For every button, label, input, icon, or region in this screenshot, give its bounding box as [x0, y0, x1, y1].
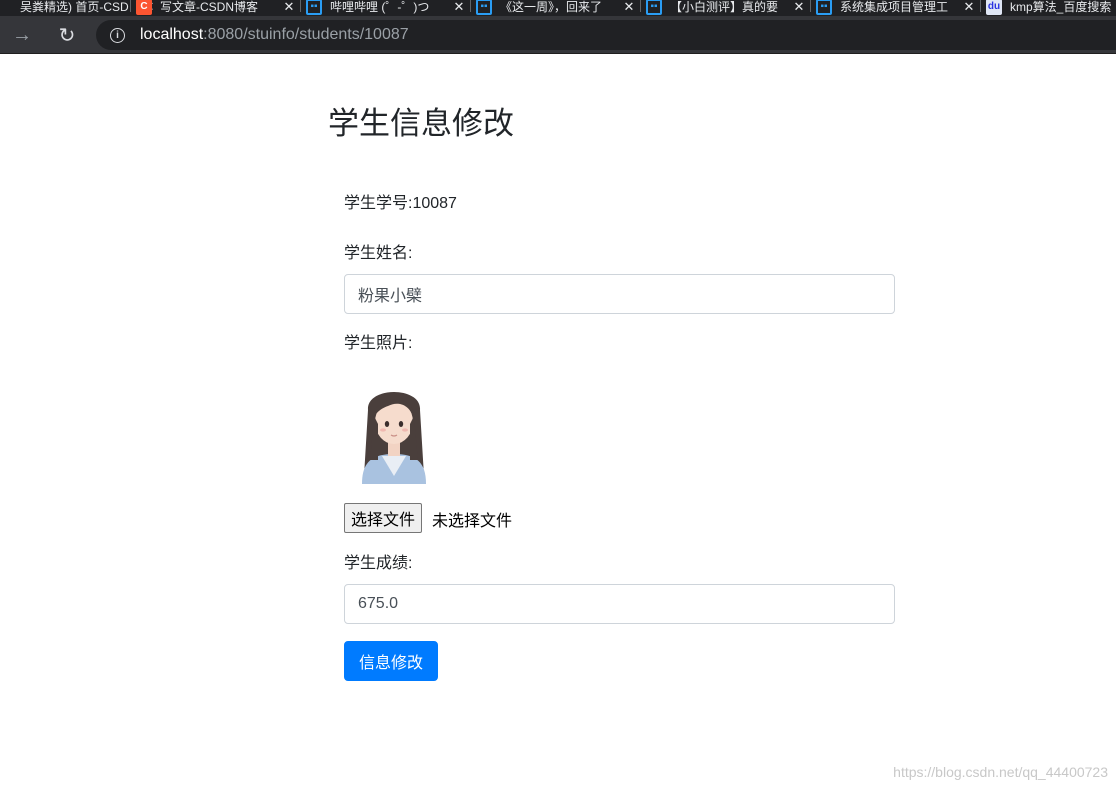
score-input[interactable]: [344, 584, 895, 624]
tab-title: 吴粪精选) 首页-CSD: [20, 0, 129, 14]
bilibili-favicon-icon: ▪▪: [306, 0, 322, 15]
choose-file-button[interactable]: 选择文件: [344, 503, 423, 533]
browser-tab[interactable]: ▪▪ 系统集成项目管理工 ✕: [810, 0, 980, 16]
browser-toolbar: → ↻ i localhost:8080/stuinfo/students/10…: [0, 16, 1116, 54]
student-photo: [362, 392, 426, 484]
tab-title: 《这一周》，回来了: [500, 0, 603, 14]
page-title: 学生信息修改: [328, 106, 514, 141]
tab-separator: [130, 0, 131, 12]
baidu-favicon-icon: du: [986, 0, 1002, 15]
bilibili-favicon-icon: ▪▪: [476, 0, 492, 15]
name-label: 学生姓名:: [344, 245, 413, 262]
browser-tab[interactable]: C 写文章-CSDN博客 ✕: [130, 0, 300, 16]
tab-title: 哔哩哔哩 (゜-゜)つ: [330, 0, 430, 14]
tab-close-icon[interactable]: ✕: [792, 0, 806, 15]
file-status-text: 未选择文件: [432, 513, 513, 530]
csdn-favicon-icon: C: [136, 0, 152, 15]
browser-tab[interactable]: ▪▪ 《这一周》，回来了 ✕: [470, 0, 640, 16]
submit-button[interactable]: 信息修改: [344, 641, 439, 681]
tab-title: kmp算法_百度搜索: [1010, 0, 1112, 14]
tab-close-icon[interactable]: ✕: [962, 0, 976, 15]
tab-strip: 吴粪精选) 首页-CSD ✕ C 写文章-CSDN博客 ✕ ▪▪ 哔哩哔哩 (゜…: [0, 0, 1116, 16]
name-input[interactable]: [344, 274, 895, 314]
tab-favicon-icon: [0, 0, 12, 15]
photo-label: 学生照片:: [344, 335, 413, 352]
site-info-icon[interactable]: i: [110, 27, 125, 43]
tab-close-icon[interactable]: ✕: [622, 0, 636, 15]
bilibili-favicon-icon: ▪▪: [816, 0, 832, 15]
tab-title: 【小白测评】真的要: [670, 0, 779, 14]
browser-tab[interactable]: ▪▪ 哔哩哔哩 (゜-゜)つ ✕: [300, 0, 470, 16]
watermark-text: https://blog.csdn.net/qq_44400723: [893, 764, 1108, 780]
tab-separator: [810, 0, 811, 12]
reload-icon: ↻: [58, 24, 76, 47]
browser-tab[interactable]: ▪▪ 【小白测评】真的要 ✕: [640, 0, 810, 16]
reload-button[interactable]: ↻: [54, 22, 80, 48]
tab-separator: [640, 0, 641, 12]
bilibili-favicon-icon: ▪▪: [646, 0, 662, 15]
url-host: localhost: [140, 26, 204, 43]
tab-title: 写文章-CSDN博客: [160, 0, 258, 14]
tab-close-icon[interactable]: ✕: [452, 0, 466, 15]
arrow-right-icon: →: [12, 23, 32, 46]
score-label: 学生成绩:: [344, 555, 413, 572]
address-bar[interactable]: i localhost:8080/stuinfo/students/10087: [96, 20, 1116, 50]
url-path: :8080/stuinfo/students/10087: [203, 26, 409, 43]
tab-separator: [980, 0, 981, 12]
student-id-text: 学生学号:10087: [344, 195, 457, 212]
tab-separator: [470, 0, 471, 12]
tab-title: 系统集成项目管理工: [840, 0, 949, 14]
forward-button[interactable]: →: [9, 22, 35, 48]
tab-separator: [300, 0, 301, 12]
browser-tab[interactable]: du kmp算法_百度搜索: [980, 0, 1116, 16]
tab-close-icon[interactable]: ✕: [282, 0, 296, 15]
